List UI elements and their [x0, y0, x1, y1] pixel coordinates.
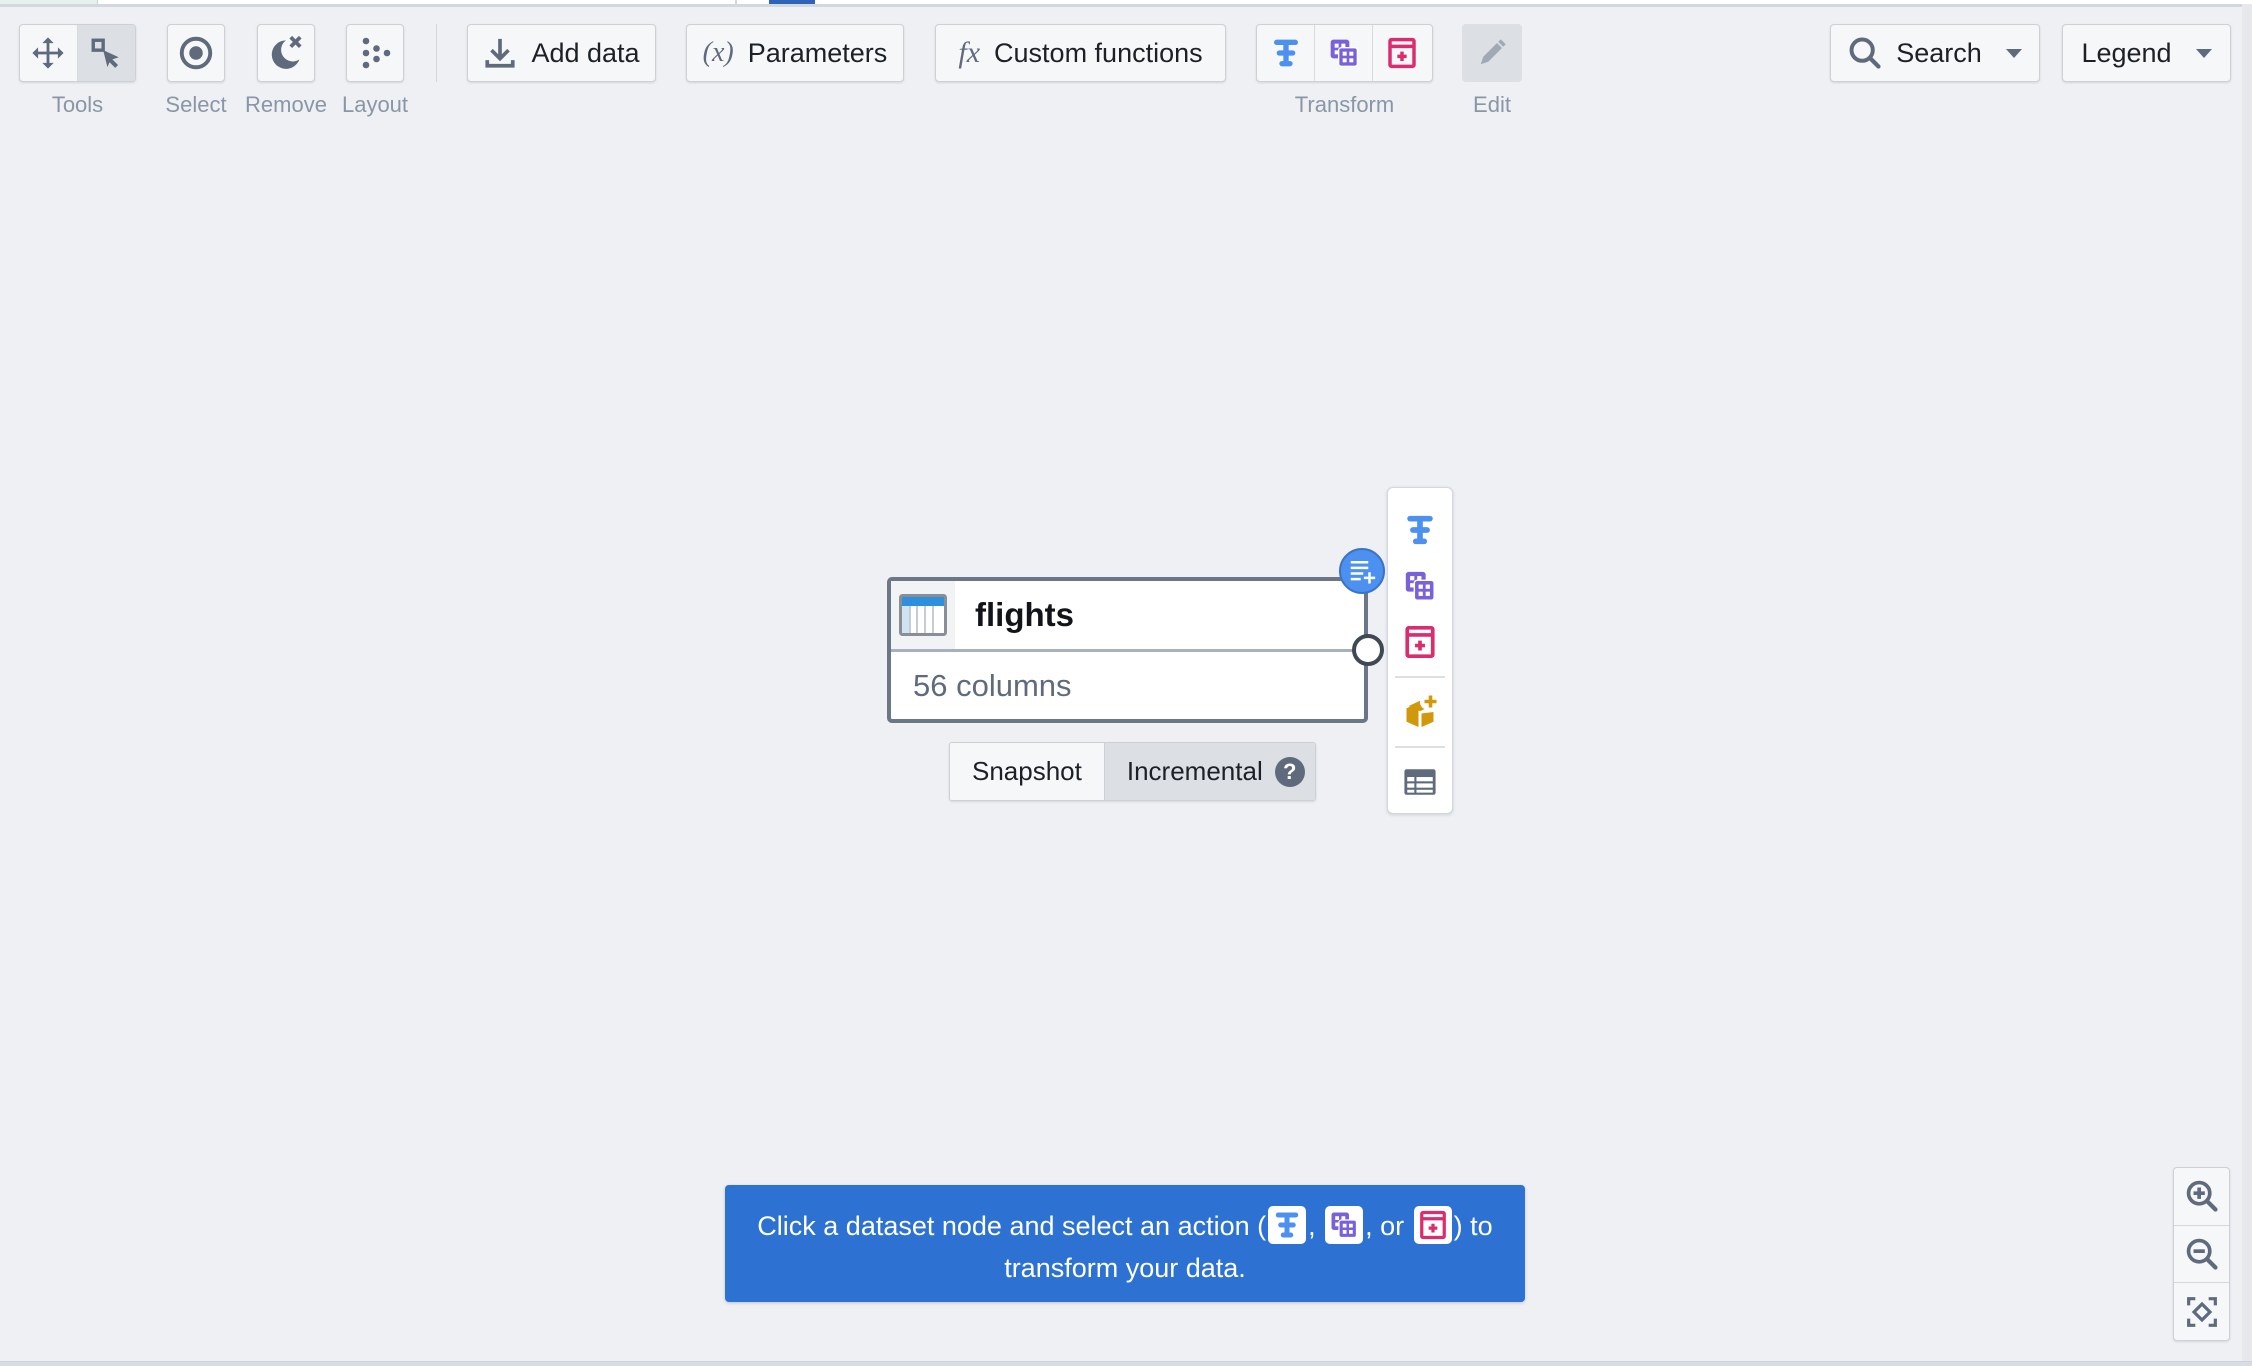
search-dropdown[interactable]: Search: [1830, 24, 2040, 82]
tab-indicator[interactable]: [0, 0, 98, 4]
pencil-icon: [1480, 39, 1506, 65]
move-icon: [32, 37, 64, 69]
add-description-badge[interactable]: [1339, 548, 1385, 594]
node-action-panel: [1387, 487, 1453, 814]
legend-label: Legend: [2081, 37, 2172, 68]
search-label: Search: [1896, 37, 1982, 68]
node-title: flights: [975, 596, 1074, 633]
instruction-banner: Click a dataset node and select an actio…: [725, 1185, 1525, 1302]
banner-sep-1: ,: [1308, 1211, 1316, 1241]
bottom-strip: [0, 1361, 2252, 1366]
custom-functions-label: Custom functions: [994, 37, 1203, 68]
panel-divider: [1395, 746, 1445, 748]
remove-node-icon: [271, 35, 302, 69]
layout-dots-icon: [362, 37, 391, 69]
node-column-count: 56 columns: [913, 668, 1072, 703]
select-pointer-icon: [91, 38, 119, 68]
transform-path-icon: [1273, 39, 1298, 67]
custom-functions-button[interactable]: fx Custom functions: [935, 24, 1226, 82]
parameters-button[interactable]: (x) Parameters: [686, 24, 904, 82]
dataset-icon-box: [891, 581, 955, 649]
incremental-label: Incremental: [1126, 756, 1263, 786]
edit-button[interactable]: [1462, 24, 1522, 82]
list-add-icon: [1350, 561, 1376, 584]
remove-label: Remove: [245, 92, 327, 117]
search-icon: [1849, 37, 1881, 69]
select-label: Select: [165, 92, 227, 117]
zoom-in-button[interactable]: [2174, 1168, 2229, 1226]
chevron-down-icon: [2195, 48, 2212, 58]
edit-label: Edit: [1473, 92, 1511, 117]
banner-text-before: Click a dataset node and select an actio…: [757, 1211, 1267, 1241]
zoom-controls: [2173, 1167, 2230, 1341]
build-mode-toggle: Snapshot Incremental ?: [949, 742, 1316, 801]
zoom-in-icon: [2186, 1181, 2218, 1212]
banner-join-icon: [1325, 1205, 1364, 1244]
union-icon: [1388, 37, 1416, 69]
snapshot-option[interactable]: Snapshot: [950, 743, 1104, 800]
select-pointer-tool-button[interactable]: [77, 25, 135, 81]
output-port[interactable]: [1352, 634, 1384, 666]
active-tab-indicator[interactable]: [769, 0, 815, 4]
side-preview-table-button[interactable]: [1390, 754, 1450, 810]
join-icon: [1330, 39, 1358, 67]
function-icon: fx: [958, 36, 981, 69]
join-icon: [1405, 571, 1435, 601]
help-icon[interactable]: ?: [1274, 756, 1305, 787]
chevron-down-icon: [2005, 48, 2022, 58]
toolbar-divider: [436, 24, 437, 82]
banner-sep-2: , or: [1365, 1211, 1405, 1241]
side-union-button[interactable]: [1390, 614, 1450, 670]
fit-to-screen-button[interactable]: [2174, 1283, 2229, 1340]
side-join-button[interactable]: [1390, 558, 1450, 614]
tools-label: Tools: [51, 92, 104, 117]
transform-path-button[interactable]: [1257, 25, 1315, 81]
join-button[interactable]: [1315, 25, 1373, 81]
union-button[interactable]: [1373, 25, 1431, 81]
add-data-label: Add data: [531, 37, 640, 68]
cube-add-icon: [1406, 695, 1437, 727]
right-edge: [2242, 4, 2252, 1362]
legend-dropdown[interactable]: Legend: [2062, 24, 2231, 82]
layout-button[interactable]: [346, 24, 404, 82]
union-icon: [1405, 625, 1435, 659]
layout-label: Layout: [341, 92, 409, 117]
pan-tool-button[interactable]: [20, 25, 78, 81]
variable-icon: (x): [702, 37, 734, 68]
parameters-label: Parameters: [747, 37, 888, 68]
side-add-object-button[interactable]: [1390, 684, 1450, 740]
dataset-table-icon: [899, 594, 947, 636]
transform-group: [1256, 24, 1433, 82]
transform-path-icon: [1407, 515, 1433, 545]
transform-label: Transform: [1294, 92, 1395, 117]
dataset-node[interactable]: flights 56 columns: [887, 577, 1368, 723]
top-tab-strip: [0, 0, 2252, 7]
add-data-button[interactable]: Add data: [467, 24, 656, 82]
banner-transform-path-icon: [1268, 1205, 1307, 1244]
incremental-option[interactable]: Incremental ?: [1103, 743, 1315, 800]
download-icon: [485, 38, 516, 68]
remove-button[interactable]: [257, 24, 315, 82]
side-transform-path-button[interactable]: [1390, 502, 1450, 558]
banner-union-icon: [1413, 1205, 1452, 1244]
tab-divider: [735, 0, 737, 4]
zoom-out-button[interactable]: [2174, 1226, 2229, 1284]
table-icon: [1404, 769, 1436, 795]
node-header: flights: [891, 581, 1364, 652]
zoom-out-icon: [2186, 1238, 2218, 1270]
panel-divider: [1395, 676, 1445, 678]
select-button[interactable]: [167, 24, 225, 82]
tools-group: [19, 24, 136, 82]
zoom-to-fit-icon: [2186, 1296, 2217, 1327]
target-icon: [179, 36, 213, 70]
